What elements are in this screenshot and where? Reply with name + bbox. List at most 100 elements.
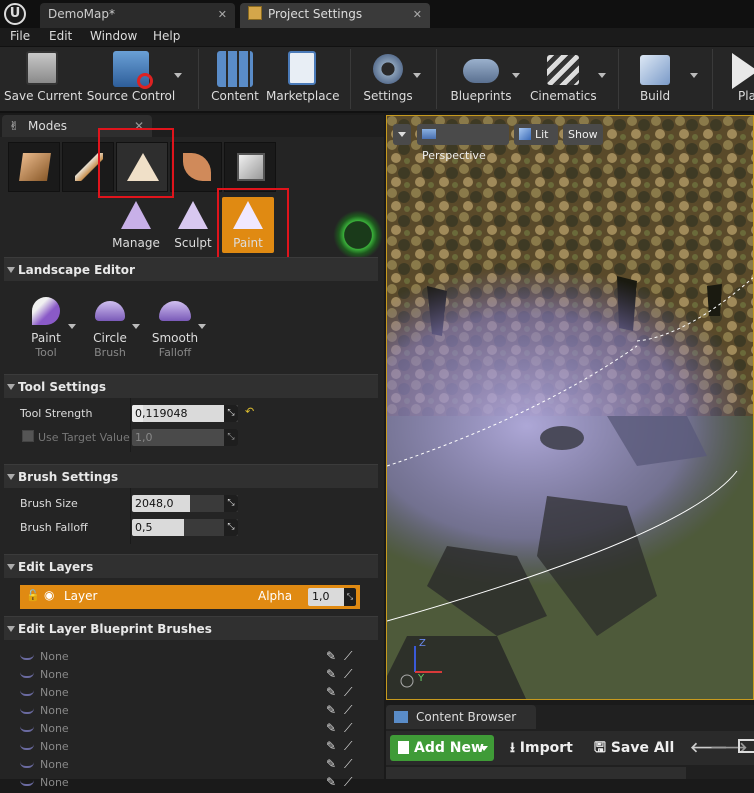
pick-asset-icon[interactable]: ✎: [326, 649, 336, 663]
use-target-checkbox[interactable]: [22, 430, 34, 442]
marketplace-button[interactable]: Marketplace: [266, 49, 340, 109]
section-landscape-editor[interactable]: Landscape Editor: [4, 257, 378, 281]
browse-asset-icon[interactable]: ⟋: [344, 739, 352, 754]
blueprint-brush-row[interactable]: None ✎ ⟋: [20, 685, 360, 703]
folder-icon[interactable]: [738, 739, 754, 753]
show-button[interactable]: Show: [563, 124, 603, 145]
close-icon[interactable]: ✕: [218, 3, 227, 26]
blueprint-brush-row[interactable]: None ✎ ⟋: [20, 775, 360, 793]
build-dropdown-icon[interactable]: [690, 73, 698, 78]
highlight-box-landscape: [98, 128, 174, 198]
pick-asset-icon[interactable]: ✎: [326, 739, 336, 753]
column-divider: [130, 488, 131, 544]
blueprint-brush-row[interactable]: None ✎ ⟋: [20, 667, 360, 685]
add-new-button[interactable]: Add New: [390, 735, 494, 761]
alpha-input[interactable]: 1,0 ⤡: [308, 588, 356, 606]
blueprint-brush-row[interactable]: None ✎ ⟋: [20, 721, 360, 739]
content-grid-icon: [217, 51, 253, 87]
pick-asset-icon[interactable]: ✎: [326, 757, 336, 771]
selection-gizmo-icon: [330, 207, 386, 263]
drag-handle-icon[interactable]: ⤡: [224, 519, 238, 536]
axis-y-label: Y: [418, 673, 425, 684]
save-current-button[interactable]: Save Current: [4, 49, 82, 109]
tab-project-settings[interactable]: Project Settings ✕: [240, 3, 430, 28]
drag-handle-icon[interactable]: ⤡: [224, 405, 238, 422]
close-icon[interactable]: ✕: [413, 3, 422, 26]
cinematics-button[interactable]: Cinematics: [530, 49, 597, 109]
brush-falloff-input[interactable]: 0,5 ⤡: [132, 519, 238, 536]
menu-window[interactable]: Window: [86, 29, 141, 43]
play-button[interactable]: Pla: [718, 49, 754, 109]
browse-asset-icon[interactable]: ⟋: [344, 703, 352, 718]
tool-strength-input[interactable]: 0,119048 ⤡: [132, 405, 238, 422]
pick-asset-icon[interactable]: ✎: [326, 703, 336, 717]
blueprints-dropdown-icon[interactable]: [512, 73, 520, 78]
brush-size-input[interactable]: 2048,0 ⤡: [132, 495, 238, 512]
reset-arrow-icon[interactable]: ↶: [245, 405, 254, 418]
viewport-options-button[interactable]: [393, 124, 411, 145]
save-all-button[interactable]: 🖫 Save All: [594, 735, 674, 761]
brush-circle-dropdown[interactable]: Circle Brush: [84, 287, 136, 363]
browse-asset-icon[interactable]: ⟋: [344, 757, 352, 772]
build-button[interactable]: Build: [626, 49, 684, 109]
chevron-down-icon: [398, 132, 406, 137]
pick-asset-icon[interactable]: ✎: [326, 667, 336, 681]
foliage-mode-button[interactable]: [170, 142, 222, 192]
pick-asset-icon[interactable]: ✎: [326, 685, 336, 699]
section-brush-settings[interactable]: Brush Settings: [4, 464, 378, 488]
browse-asset-icon[interactable]: ⟋: [344, 685, 352, 700]
source-control-icon: [113, 51, 153, 89]
content-browser-tab[interactable]: Content Browser: [386, 705, 536, 729]
brush-dropdown-icon[interactable]: [132, 324, 140, 329]
blueprint-brush-row[interactable]: None ✎ ⟋: [20, 757, 360, 775]
section-tool-settings[interactable]: Tool Settings: [4, 374, 378, 398]
browse-asset-icon[interactable]: ⟋: [344, 721, 352, 736]
blueprint-brush-row[interactable]: None ✎ ⟋: [20, 649, 360, 667]
menu-edit[interactable]: Edit: [45, 29, 76, 43]
tool-dropdown-icon[interactable]: [68, 324, 76, 329]
drag-handle-icon[interactable]: ⤡: [224, 495, 238, 512]
drag-handle-icon[interactable]: ⤡: [224, 429, 238, 446]
source-control-button[interactable]: Source Control: [86, 49, 176, 109]
import-button[interactable]: ⭳ Import: [510, 735, 573, 761]
eye-icon[interactable]: ◉: [44, 588, 54, 602]
unlock-icon[interactable]: 🔓: [26, 589, 40, 602]
section-edit-layers[interactable]: Edit Layers: [4, 554, 378, 578]
use-target-input[interactable]: 1,0 ⤡: [132, 429, 238, 446]
browse-asset-icon[interactable]: ⟋: [344, 775, 352, 790]
section-blueprint-brushes[interactable]: Edit Layer Blueprint Brushes: [4, 616, 378, 640]
geometry-mode-button[interactable]: [224, 142, 276, 192]
blueprints-button[interactable]: Blueprints: [446, 49, 516, 109]
pick-asset-icon[interactable]: ✎: [326, 721, 336, 735]
brush-curve-icon: [20, 654, 34, 660]
title-bar: U DemoMap* ✕ Project Settings ✕: [0, 0, 754, 28]
falloff-dropdown-icon[interactable]: [198, 324, 206, 329]
blueprint-brush-row[interactable]: None ✎ ⟋: [20, 703, 360, 721]
lit-button[interactable]: Lit: [514, 124, 558, 145]
tool-paint-dropdown[interactable]: Paint Tool: [20, 287, 72, 363]
manage-button[interactable]: Manage: [108, 197, 164, 253]
perspective-button[interactable]: Perspective: [417, 124, 509, 162]
falloff-smooth-dropdown[interactable]: Smooth Falloff: [148, 287, 202, 363]
place-mode-button[interactable]: [8, 142, 60, 192]
layer-row[interactable]: 🔓 ◉ Layer Alpha 1,0 ⤡: [20, 585, 360, 609]
content-button[interactable]: Content: [208, 49, 262, 109]
settings-button[interactable]: Settings: [358, 49, 418, 109]
browse-asset-icon[interactable]: ⟋: [344, 667, 352, 682]
settings-doc-icon: [248, 6, 262, 20]
drag-handle-icon[interactable]: ⤡: [344, 588, 356, 606]
brush-name: None: [40, 650, 69, 663]
level-viewport[interactable]: Perspective Lit Show Z Y: [386, 115, 754, 700]
sculpt-button[interactable]: Sculpt: [165, 197, 221, 253]
menu-help[interactable]: Help: [149, 29, 184, 43]
menu-file[interactable]: File: [6, 29, 34, 43]
pick-asset-icon[interactable]: ✎: [326, 775, 336, 789]
source-control-dropdown-icon[interactable]: [174, 73, 182, 78]
browse-asset-icon[interactable]: ⟋: [344, 649, 352, 664]
settings-dropdown-icon[interactable]: [413, 73, 421, 78]
blueprint-brush-row[interactable]: None ✎ ⟋: [20, 739, 360, 757]
cinematics-dropdown-icon[interactable]: [598, 73, 606, 78]
search-paths-bar[interactable]: [386, 767, 686, 779]
tab-demomap[interactable]: DemoMap* ✕: [40, 3, 235, 28]
brush-curve-icon: [20, 744, 34, 750]
